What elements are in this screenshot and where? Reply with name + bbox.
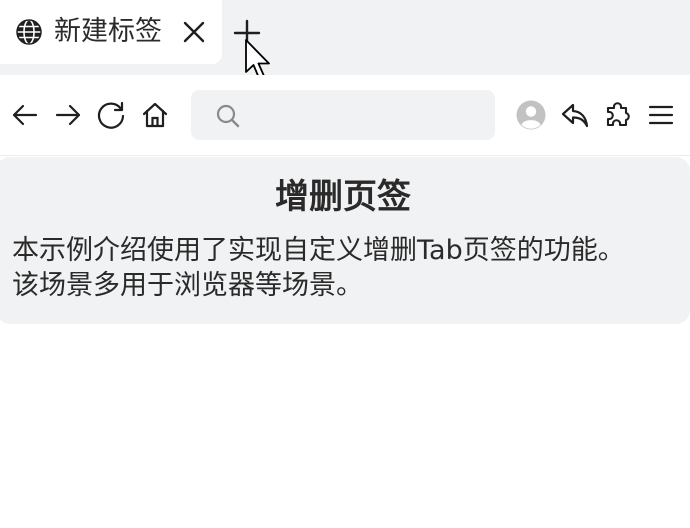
tab-new[interactable]: 新建标签 — [0, 0, 222, 64]
card-title: 增删页签 — [275, 177, 411, 217]
globe-icon — [15, 18, 43, 46]
description-line: 该场景多用于浏览器等场景。 — [12, 270, 363, 301]
search-box[interactable] — [191, 90, 495, 140]
intro-card: 增删页签 本示例介绍使用了实现自定义增删Tab页签的功能。 该场景多用于浏览器等… — [0, 157, 690, 324]
close-icon[interactable] — [182, 20, 206, 44]
description-line: 本示例介绍使用了实现自定义增删Tab页签的功能。 — [12, 235, 625, 266]
tab-title: 新建标签 — [54, 16, 162, 47]
menu-icon[interactable] — [646, 100, 676, 130]
home-icon[interactable] — [140, 100, 170, 130]
search-icon — [215, 103, 241, 129]
card-description: 本示例介绍使用了实现自定义增删Tab页签的功能。 该场景多用于浏览器等场景。 — [12, 233, 672, 303]
tab-bar: 新建标签 — [0, 0, 690, 75]
forward-arrow-icon[interactable] — [53, 100, 83, 130]
avatar-icon[interactable] — [516, 100, 546, 130]
refresh-icon[interactable] — [96, 100, 126, 130]
toolbar — [0, 75, 690, 156]
reply-icon[interactable] — [560, 100, 590, 130]
search-input[interactable] — [251, 98, 485, 134]
extension-icon[interactable] — [603, 100, 633, 130]
back-arrow-icon[interactable] — [10, 100, 40, 130]
